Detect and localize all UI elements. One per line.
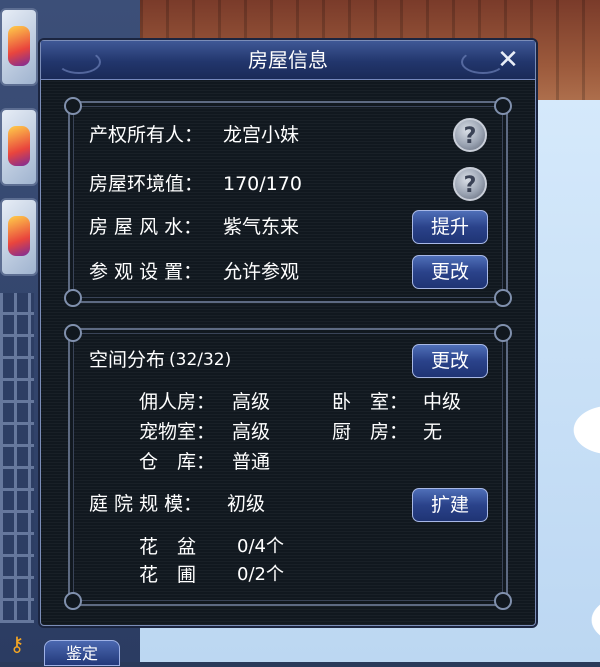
room-label-servant: 佣人房： xyxy=(139,391,216,413)
skill-icon-3[interactable] xyxy=(0,198,38,276)
space-count: (32/32) xyxy=(169,350,232,370)
skill-icon-2[interactable] xyxy=(0,108,38,186)
panel-corner-ornament xyxy=(64,592,82,610)
space-title: 空间分布 xyxy=(89,349,166,371)
panel-corner-ornament xyxy=(64,324,82,342)
room-value-kitchen: 无 xyxy=(423,421,443,443)
panel-corner-ornament xyxy=(494,592,512,610)
room-value-servant: 高级 xyxy=(232,391,271,413)
panel-corner-ornament xyxy=(64,289,82,307)
visit-setting-label: 参 观 设 置： xyxy=(89,261,203,283)
room-label-pet: 宠物室： xyxy=(139,421,216,443)
meander-border-decoration xyxy=(0,293,34,623)
space-distribution-panel: 空间分布 (32/32) 更改 佣人房： 高级 卧 室： 中级 宠物室： 高级 … xyxy=(64,324,512,610)
skill-icon-1[interactable] xyxy=(0,8,38,86)
owner-help-icon[interactable]: ? xyxy=(453,118,487,152)
key-icon[interactable]: ⚷ xyxy=(6,632,28,656)
panel-corner-ornament xyxy=(64,97,82,115)
flowerpot-value: 0/4个 xyxy=(237,536,284,557)
environment-value: 170/170 xyxy=(223,173,302,195)
flowerbed-value: 0/2个 xyxy=(237,564,284,585)
dialog-title: 房屋信息 xyxy=(248,48,328,72)
room-label-storage: 仓 库： xyxy=(139,451,216,473)
fengshui-label: 房 屋 风 水： xyxy=(89,216,203,238)
room-value-bedroom: 中级 xyxy=(423,391,462,413)
house-info-panel: 产权所有人： 龙宫小妹 ? 房屋环境值： 170/170 ? 房 屋 风 水： … xyxy=(64,97,512,307)
owner-label: 产权所有人： xyxy=(89,124,204,146)
change-space-button[interactable]: 更改 xyxy=(412,344,488,378)
panel-corner-ornament xyxy=(494,289,512,307)
close-icon[interactable]: ✕ xyxy=(493,46,523,74)
fengshui-value: 紫气东来 xyxy=(223,216,300,238)
yard-scale-value: 初级 xyxy=(227,493,266,515)
expand-yard-button[interactable]: 扩建 xyxy=(412,488,488,522)
environment-help-icon[interactable]: ? xyxy=(453,167,487,201)
room-value-pet: 高级 xyxy=(232,421,271,443)
owner-value: 龙宫小妹 xyxy=(223,124,300,146)
panel-corner-ornament xyxy=(494,97,512,115)
yard-scale-label: 庭 院 规 模： xyxy=(89,493,203,515)
room-value-storage: 普通 xyxy=(232,451,271,473)
room-label-kitchen: 厨 房： xyxy=(332,421,409,443)
house-info-dialog: 房屋信息 ✕ 产权所有人： 龙宫小妹 ? 房屋环境值： 170/170 ? 房 … xyxy=(40,40,536,626)
room-label-bedroom: 卧 室： xyxy=(332,391,409,413)
change-visit-button[interactable]: 更改 xyxy=(412,255,488,289)
environment-label: 房屋环境值： xyxy=(89,173,204,195)
upgrade-fengshui-button[interactable]: 提升 xyxy=(412,210,488,244)
panel-corner-ornament xyxy=(494,324,512,342)
dialog-titlebar[interactable]: 房屋信息 ✕ xyxy=(41,41,535,80)
appraise-button[interactable]: 鉴定 xyxy=(44,640,120,666)
flowerpot-label: 花 盆 xyxy=(139,536,197,558)
flowerbed-label: 花 圃 xyxy=(139,564,197,586)
visit-setting-value: 允许参观 xyxy=(223,261,300,283)
